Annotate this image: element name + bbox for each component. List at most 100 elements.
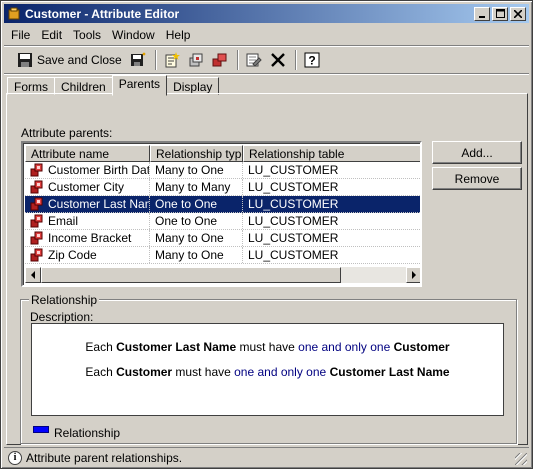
svg-text:?: ? [308,54,315,68]
remove-button[interactable]: Remove [432,167,522,190]
tab-strip: Forms Children Parents Display [7,75,220,96]
relationship-type-cell: Many to One [150,230,243,246]
toolbar: Save and Close ? [4,47,529,73]
attribute-icon [188,52,204,68]
scroll-track[interactable] [41,267,406,283]
line2-subject: Customer [116,365,173,379]
relationship-type-cell: Many to Many [150,179,243,195]
resize-grip[interactable] [515,453,527,465]
menu-window[interactable]: Window [109,26,161,44]
relationship-table-cell: LU_CUSTOMER [248,197,339,211]
line1-pre: Each [85,340,117,354]
line1-mid: must have [236,340,299,354]
title-bar[interactable]: Customer - Attribute Editor [4,4,529,23]
attribute-name-cell: Income Bracket [25,230,150,246]
description-line-1: Each Customer Last Name must have one an… [32,340,503,354]
description-label: Description: [30,310,94,324]
attribute-icon [30,163,44,177]
arrow-left-icon [31,271,35,279]
relationship-table-cell: LU_CUSTOMER [248,248,339,262]
column-header-relationship-table[interactable]: Relationship table [243,145,420,162]
menu-edit[interactable]: Edit [38,26,68,44]
attribute-name-text: Income Bracket [48,231,132,245]
table-row[interactable]: Email One to One LU_CUSTOMER [25,213,420,230]
relationship-type-cell: One to One [150,196,243,212]
relationship-table-cell: LU_CUSTOMER [248,231,339,245]
attribute-name-cell: Customer Birth Date [25,162,150,178]
relationship-type-cell: Many to One [150,247,243,263]
table-row[interactable]: Zip Code Many to One LU_CUSTOMER [25,247,420,264]
attribute-name-cell: Customer Last Name [25,196,150,212]
table-row[interactable]: Customer Last Name One to One LU_CUSTOME… [25,196,420,213]
delete-x-icon [270,52,286,68]
attribute-editor-window: Customer - Attribute Editor File Edit To… [0,0,533,469]
menu-tools[interactable]: Tools [70,26,107,44]
status-text: Attribute parent relationships. [26,450,183,465]
minimize-button[interactable] [474,6,490,21]
attribute-icon [30,180,44,194]
new-form-icon [164,52,180,68]
add-button[interactable]: Add... [432,141,522,164]
scroll-right-button[interactable] [406,267,420,283]
maximize-icon [495,9,505,18]
attribute-parents-list[interactable]: Attribute name Relationship type Relatio… [21,141,422,287]
toolbar-separator-2 [236,50,239,70]
description-box: Each Customer Last Name must have one an… [31,323,504,416]
description-line-2: Each Customer must have one and only one… [32,365,503,379]
column-header-relationship-type[interactable]: Relationship type [150,145,243,162]
attribute-button[interactable] [185,49,207,71]
relationship-legend-swatch [33,426,49,433]
attribute-name-text: Customer Birth Date [48,163,150,177]
edit-properties-button[interactable] [243,49,265,71]
menu-help[interactable]: Help [163,26,197,44]
attribute-name-cell: Email [25,213,150,229]
attribute-icon [30,248,44,262]
line2-mid: must have [172,365,235,379]
save-and-close-button[interactable]: Save and Close [14,49,125,71]
horizontal-scrollbar[interactable] [25,267,420,283]
line1-object: Customer [393,340,450,354]
scroll-left-button[interactable] [25,267,41,283]
attribute-icon [30,197,44,211]
menu-bar: File Edit Tools Window Help [4,25,529,45]
attribute-link-button[interactable] [209,49,231,71]
info-icon: i [8,450,22,465]
attribute-name-text: Customer City [48,180,125,194]
scroll-thumb[interactable] [41,267,341,283]
save-icon [17,52,33,68]
close-button[interactable] [510,6,526,21]
attribute-name-cell: Zip Code [25,247,150,263]
app-icon [7,7,21,21]
maximize-button[interactable] [492,6,508,21]
relationship-table-cell: LU_CUSTOMER [248,163,339,177]
toolbar-separator-3 [294,50,297,70]
table-row[interactable]: Customer Birth Date Many to One LU_CUSTO… [25,162,420,179]
attribute-icon [30,214,44,228]
attribute-link-icon [212,52,228,68]
help-question-icon: ? [304,52,320,68]
toolbar-separator [154,50,157,70]
relationship-type-cell: One to One [150,213,243,229]
relationship-legend-label: Relationship [54,426,121,440]
status-bar: i Attribute parent relationships. [4,447,529,467]
window-title: Customer - Attribute Editor [25,6,180,21]
save-plus-icon [130,52,146,68]
menu-file[interactable]: File [8,26,36,44]
table-row[interactable]: Income Bracket Many to One LU_CUSTOMER [25,230,420,247]
line1-quantity: one and only one [298,340,391,354]
attribute-name-text: Email [48,214,79,228]
list-header: Attribute name Relationship type Relatio… [25,145,420,162]
help-button[interactable]: ? [301,49,323,71]
properties-icon [246,52,262,68]
save-and-close-label: Save and Close [37,53,122,67]
tab-parents[interactable]: Parents [111,75,168,96]
list-rows: Customer Birth Date Many to One LU_CUSTO… [25,162,420,264]
table-row[interactable]: Customer City Many to Many LU_CUSTOMER [25,179,420,196]
delete-button[interactable] [267,49,289,71]
column-header-attribute-name[interactable]: Attribute name [25,145,150,162]
minimize-icon [479,15,485,18]
close-icon [514,9,522,18]
save-button[interactable] [127,49,149,71]
relationship-group-label: Relationship [29,293,100,307]
new-form-button[interactable] [161,49,183,71]
